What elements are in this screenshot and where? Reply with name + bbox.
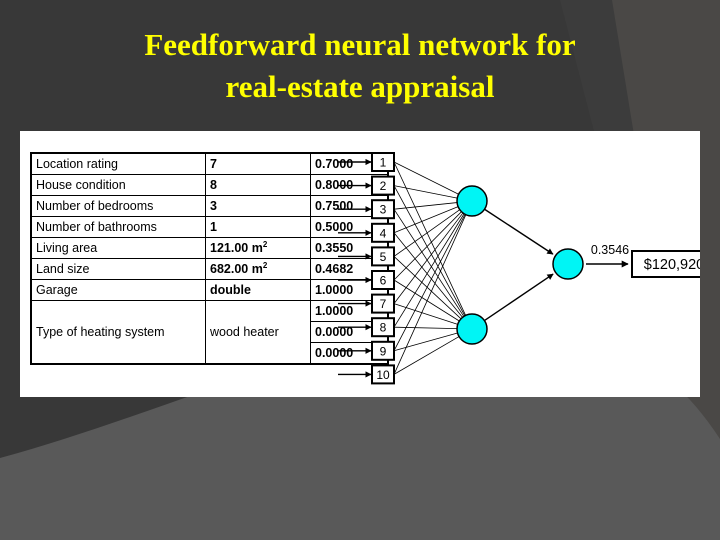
hidden-layer: [456, 185, 488, 345]
neural-network-diagram: 1 2 3 4 5 6 7 8 9 10 0.3546 $120,920: [338, 152, 700, 385]
slide: Feedforward neural network for real-esta…: [0, 0, 720, 540]
synapse-lines: [393, 161, 467, 375]
input-node-label: 3: [380, 203, 387, 217]
synapse: [393, 336, 460, 375]
input-node-label: 4: [380, 226, 387, 240]
hidden-neuron: [456, 185, 488, 217]
input-node-label: 7: [380, 297, 387, 311]
synapse: [393, 213, 465, 328]
input-layer: 1 2 3 4 5 6 7 8 9 10: [371, 152, 395, 385]
synapse: [393, 161, 459, 195]
output-layer: [484, 208, 584, 322]
synapse: [393, 206, 459, 234]
synapse: [393, 214, 466, 351]
input-node-label: 1: [380, 156, 387, 170]
page-title: Feedforward neural network for real-esta…: [144, 27, 576, 105]
synapse: [393, 185, 458, 199]
content-panel: Location rating 7 0.7000 House condition…: [20, 131, 700, 397]
synapse: [393, 279, 460, 322]
synapse: [393, 332, 458, 352]
output-neuron: [552, 248, 584, 280]
hidden-neuron: [456, 313, 488, 345]
input-node-label: 6: [380, 274, 387, 288]
input-node-label: 5: [380, 250, 387, 264]
synapse: [393, 256, 462, 320]
hidden-to-output-connection: [484, 273, 554, 322]
prediction-value: $120,920: [644, 257, 700, 273]
output-weight-label: 0.3546: [591, 243, 629, 257]
synapse: [393, 326, 458, 330]
input-node-label: 8: [380, 321, 387, 335]
input-node-label: 9: [380, 344, 387, 358]
input-node-label: 10: [376, 368, 390, 382]
input-feed-lines: [338, 158, 372, 378]
input-node-label: 2: [380, 179, 387, 193]
hidden-to-output-connection: [484, 208, 554, 255]
synapse: [393, 212, 464, 304]
